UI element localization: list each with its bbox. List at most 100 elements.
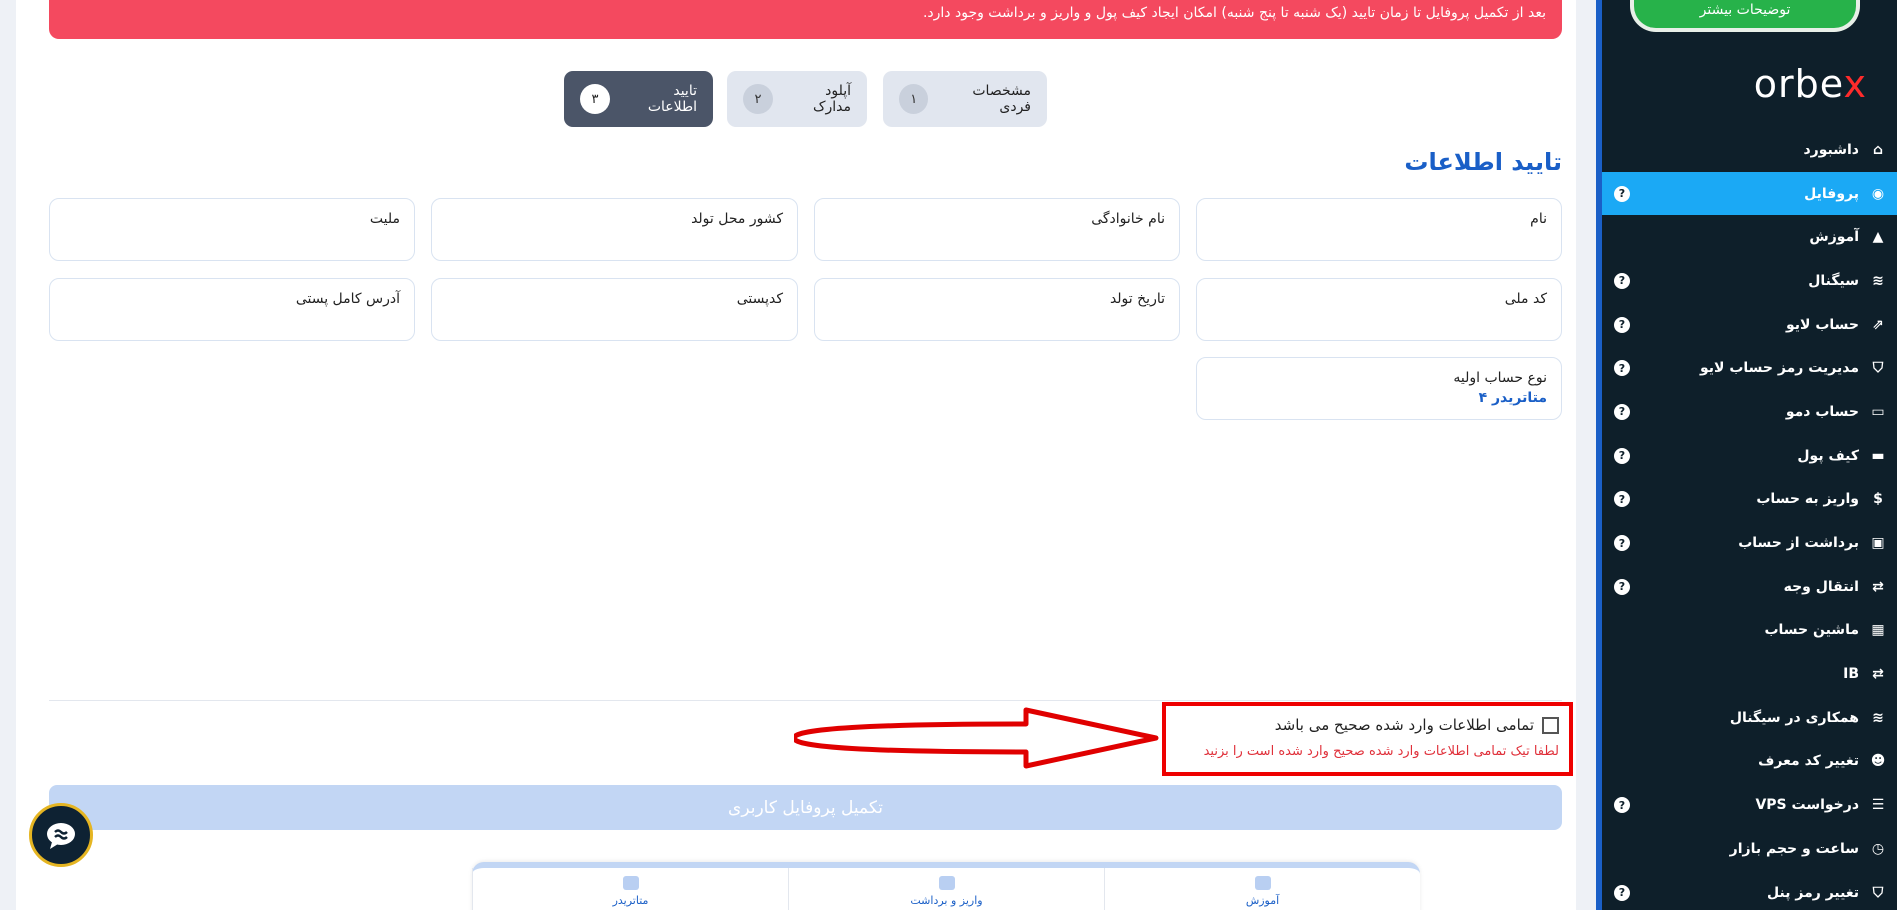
help-icon[interactable]: ? xyxy=(1614,535,1630,552)
sidebar-item-panel-password[interactable]: ⛉ تغییر رمز پنل? xyxy=(1602,871,1897,910)
sidebar-item-ib[interactable]: ⇄ IB xyxy=(1602,652,1897,696)
help-icon[interactable]: ? xyxy=(1614,403,1630,420)
help-icon[interactable]: ? xyxy=(1614,797,1630,814)
sidebar-item-dashboard[interactable]: ⌂ داشبورد xyxy=(1602,128,1897,172)
sidebar-item-label: سیگنال xyxy=(1808,272,1859,289)
confirm-box: تمامی اطلاعات وارد شده صحیح می باشد لطفا… xyxy=(1162,702,1573,776)
logo-x: x xyxy=(1843,62,1867,106)
bottom-nav-label: واریز و برداشت xyxy=(910,894,983,907)
bottom-nav-education[interactable]: آموزش xyxy=(1104,868,1420,910)
sidebar-item-live-password[interactable]: ⛉ مدیریت رمز حساب لایو? xyxy=(1602,346,1897,390)
annotation-arrow xyxy=(794,707,1159,769)
sidebar-item-transfer[interactable]: ⇄ انتقال وجه? xyxy=(1602,565,1897,609)
confirm-error: لطفا تیک تمامی اطلاعات وارد شده صحیح وار… xyxy=(1203,744,1559,759)
sidebar-menu: ⌂ داشبورد ◉ پروفایل? ▲ آموزش ≋ سیگنال? ⇗ حساب لای… xyxy=(1602,128,1897,910)
sidebar-item-label: حساب دمو xyxy=(1785,403,1859,420)
complete-profile-button[interactable]: تکمیل پروفایل کاربری xyxy=(49,785,1562,830)
birth-date-field[interactable]: تاریخ تولد xyxy=(814,278,1180,341)
chart-icon xyxy=(622,876,639,890)
sidebar-item-wallet[interactable]: ▬ کیف پول? xyxy=(1602,434,1897,478)
sidebar: توضیحات بیشتر orbex ⌂ داشبورد ◉ پروفایل? ▲ آم… xyxy=(1596,0,1897,910)
help-icon[interactable]: ? xyxy=(1614,578,1630,595)
sidebar-item-label: درخواست VPS xyxy=(1755,797,1859,814)
field-label: کدپستی xyxy=(736,291,783,307)
field-label: آدرس کامل پستی xyxy=(295,291,400,307)
panel-password-icon: ⛉ xyxy=(1872,884,1884,901)
step-confirm-info[interactable]: ۳ تایید اطلاعات xyxy=(564,71,713,127)
sidebar-item-label: ساعت و حجم بازار xyxy=(1729,840,1859,857)
field-label: کشور محل تولد xyxy=(691,211,783,227)
sidebar-item-label: مدیریت رمز حساب لایو xyxy=(1700,360,1859,377)
orbex-logo[interactable]: orbex xyxy=(1754,62,1867,106)
field-label: ملیت xyxy=(369,211,400,227)
education-icon: ▲ xyxy=(1872,229,1884,246)
sidebar-item-label: انتقال وجه xyxy=(1783,578,1859,595)
sidebar-item-signal[interactable]: ≋ سیگنال? xyxy=(1602,259,1897,303)
help-icon[interactable]: ? xyxy=(1614,447,1630,464)
live-account-icon: ⇗ xyxy=(1872,316,1884,333)
sidebar-item-label: IB xyxy=(1843,666,1859,683)
ib-icon: ⇄ xyxy=(1872,666,1884,683)
birth-country-field[interactable]: کشور محل تولد xyxy=(431,198,798,261)
chat-button[interactable] xyxy=(29,803,93,867)
sidebar-item-market-hours[interactable]: ◷ ساعت و حجم بازار xyxy=(1602,827,1897,871)
field-value: متاتریدر ۴ xyxy=(1478,390,1547,406)
account-type-field[interactable]: نوع حساب اولیه متاتریدر ۴ xyxy=(1196,357,1562,420)
help-icon[interactable]: ? xyxy=(1614,316,1630,333)
step-label: آپلود مدارک xyxy=(812,83,851,115)
signal-icon: ≋ xyxy=(1872,272,1884,289)
sidebar-item-vps[interactable]: ☰ درخواست VPS? xyxy=(1602,783,1897,827)
dashboard-icon: ⌂ xyxy=(1872,141,1884,158)
logo-text: orbe xyxy=(1753,62,1844,106)
vps-icon: ☰ xyxy=(1871,797,1885,814)
first-name-field[interactable]: نام xyxy=(1196,198,1562,261)
postal-code-field[interactable]: کدپستی xyxy=(431,278,798,341)
calculator-icon: ▦ xyxy=(1871,622,1885,639)
step-upload-documents[interactable]: ۲ آپلود مدارک xyxy=(727,71,867,127)
step-personal-info[interactable]: ۱ مشخصات فردی xyxy=(883,71,1047,127)
sidebar-item-calculator[interactable]: ▦ ماشین حساب xyxy=(1602,609,1897,653)
sidebar-item-label: تغییر رمز پنل xyxy=(1767,884,1859,901)
transfer-icon: ⇄ xyxy=(1872,578,1884,595)
withdraw-icon: ▣ xyxy=(1871,535,1885,552)
nationality-field[interactable]: ملیت xyxy=(49,198,415,261)
bottom-nav-metatrader[interactable]: متاتریدر xyxy=(472,868,788,910)
sidebar-item-label: کیف پول xyxy=(1797,447,1859,464)
section-title: تایید اطلاعات xyxy=(1404,148,1562,176)
info-alert-text: بعد از تکمیل پروفایل تا زمان تایید (یک ش… xyxy=(922,5,1546,21)
more-info-button[interactable]: توضیحات بیشتر xyxy=(1630,0,1860,32)
last-name-field[interactable]: نام خانوادگی xyxy=(814,198,1180,261)
sidebar-item-label: پروفایل xyxy=(1804,185,1859,202)
referral-code-icon: ☻ xyxy=(1870,753,1886,770)
sidebar-item-withdraw[interactable]: ▣ برداشت از حساب? xyxy=(1602,521,1897,565)
help-icon[interactable]: ? xyxy=(1614,185,1630,202)
sidebar-item-label: آموزش xyxy=(1809,229,1859,246)
help-icon[interactable]: ? xyxy=(1614,272,1630,289)
sidebar-item-demo-account[interactable]: ▭ حساب دمو? xyxy=(1602,390,1897,434)
help-icon[interactable]: ? xyxy=(1614,491,1630,508)
national-code-field[interactable]: کد ملی xyxy=(1196,278,1562,341)
complete-profile-label: تکمیل پروفایل کاربری xyxy=(728,797,883,818)
help-icon[interactable]: ? xyxy=(1614,884,1630,901)
sidebar-item-education[interactable]: ▲ آموزش xyxy=(1602,215,1897,259)
step-number: ۳ xyxy=(580,84,610,114)
bottom-nav-deposit-withdraw[interactable]: واریز و برداشت xyxy=(788,868,1104,910)
field-label: نوع حساب اولیه xyxy=(1453,370,1547,386)
sidebar-item-profile[interactable]: ◉ پروفایل? xyxy=(1602,171,1897,216)
sidebar-item-label: حساب لایو xyxy=(1786,316,1859,333)
wallet-icon xyxy=(938,876,955,890)
field-label: تاریخ تولد xyxy=(1109,291,1165,307)
stepper: ۱ مشخصات فردی ۲ آپلود مدارک ۳ تایید اطلا… xyxy=(16,71,1576,127)
sidebar-item-label: همکاری در سیگنال xyxy=(1729,709,1859,726)
help-icon[interactable]: ? xyxy=(1614,360,1630,377)
field-label: نام xyxy=(1530,211,1547,227)
sidebar-item-referral-code[interactable]: ☻ تغییر کد معرف xyxy=(1602,740,1897,784)
sidebar-item-deposit[interactable]: $ واریز به حساب? xyxy=(1602,478,1897,522)
sidebar-item-live-account[interactable]: ⇗ حساب لایو? xyxy=(1602,303,1897,347)
step-label: تایید اطلاعات xyxy=(647,83,697,115)
sidebar-item-label: تغییر کد معرف xyxy=(1758,753,1859,770)
address-field[interactable]: آدرس کامل پستی xyxy=(49,278,415,341)
wallet-icon: ▬ xyxy=(1871,447,1885,464)
confirm-checkbox[interactable] xyxy=(1542,716,1559,734)
sidebar-item-signal-partnership[interactable]: ≋ همکاری در سیگنال xyxy=(1602,696,1897,740)
